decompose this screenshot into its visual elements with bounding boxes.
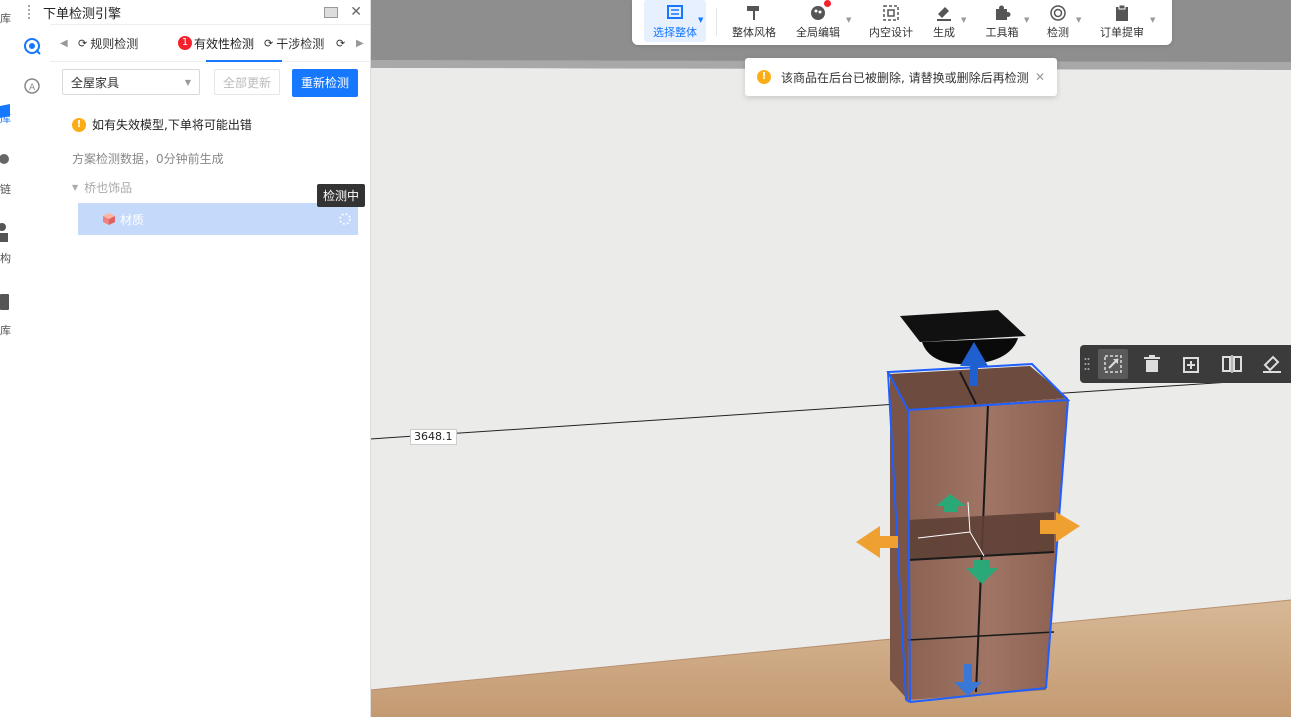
icon-rail: 库 A 库 链 构 库: [0, 0, 51, 717]
tab-label: 有效性检测: [194, 36, 255, 51]
toolbar-label: 生成: [933, 26, 955, 39]
scan-model-icon[interactable]: A: [22, 76, 42, 96]
order-review-button[interactable]: 订单提审: [1098, 0, 1146, 42]
panel-toolbar: 全屋家具 ▼ 全部更新 重新检测: [62, 69, 358, 97]
add-copy-icon[interactable]: [1180, 352, 1204, 376]
notification-dot: [824, 0, 831, 7]
tree-parent-label: 桥也饰品: [84, 181, 133, 195]
active-tab-indicator: [206, 60, 282, 62]
invalid-model-warning: ! 如有失效模型,下单将可能出错: [72, 116, 252, 133]
chevron-down-icon[interactable]: ▼: [961, 16, 966, 24]
loading-spinner-icon: [339, 213, 351, 225]
mirror-icon[interactable]: [1220, 352, 1244, 376]
toolbar-label: 订单提审: [1100, 26, 1144, 39]
minimize-icon[interactable]: [324, 6, 339, 18]
global-edit-button[interactable]: 全局编辑: [792, 0, 844, 42]
select-whole-icon: [667, 5, 683, 19]
dimension-label: 3648.1: [410, 429, 457, 445]
detect-button[interactable]: 检测: [1044, 0, 1072, 42]
close-icon[interactable]: ✕: [1035, 70, 1045, 84]
material-library-icon[interactable]: [0, 292, 10, 312]
main-toolbar: 选择整体 ▼ 整体风格 全局编辑 ▼ 内空设计 生成 ▼ 工具箱 ▼ 检测 ▼ …: [632, 0, 1172, 45]
chevron-down-icon[interactable]: ▼: [846, 16, 851, 24]
tree-parent-node[interactable]: ▼ 桥也饰品: [72, 179, 132, 196]
svg-text:A: A: [29, 83, 36, 93]
error-count-badge: 1: [178, 36, 192, 50]
generate-button[interactable]: 生成: [930, 0, 958, 42]
link-tool-icon[interactable]: [0, 152, 12, 166]
warning-text: 如有失效模型,下单将可能出错: [92, 118, 252, 132]
chevron-down-icon[interactable]: ▼: [1024, 16, 1029, 24]
inner-space-design-button[interactable]: 内空设计: [864, 0, 918, 42]
check-engine-panel: 下单检测引擎 ✕ ◀ ⟳ 规则检测 1 有效性检测 ⟳ 干涉检测 ⟳ ▶ 全屋家…: [28, 0, 371, 717]
hammer-icon: [937, 7, 951, 21]
sync-icon[interactable]: ⟳: [336, 37, 345, 50]
drag-handle[interactable]: [28, 5, 33, 19]
target-icon: [1050, 5, 1066, 21]
rail-label-fragment[interactable]: 库: [0, 322, 14, 338]
overall-style-button[interactable]: 整体风格: [728, 0, 780, 42]
engine-check-icon[interactable]: [22, 36, 42, 56]
chevron-down-icon[interactable]: ▼: [698, 16, 703, 24]
panel-header: 下单检测引擎 ✕: [28, 0, 370, 25]
sync-icon: ⟳: [78, 36, 88, 50]
panel-title: 下单检测引擎: [43, 6, 122, 22]
collapse-triangle-icon[interactable]: ▼: [72, 183, 78, 192]
tab-validity-check[interactable]: 1 有效性检测: [178, 35, 254, 52]
toolbar-label: 全局编辑: [796, 26, 840, 39]
paint-roller-icon: [747, 6, 759, 20]
rail-label-fragment[interactable]: 链: [0, 181, 14, 197]
checking-tooltip: 检测中: [317, 184, 366, 207]
tab-interference-check[interactable]: ⟳ 干涉检测: [264, 35, 324, 52]
rail-label-fragment[interactable]: 库: [0, 110, 14, 126]
warning-icon: !: [757, 70, 771, 84]
toolbar-label: 内空设计: [869, 26, 913, 39]
recheck-button[interactable]: 重新检测: [292, 69, 358, 97]
clipboard-icon: [1116, 4, 1128, 21]
palette-icon: [811, 6, 825, 20]
toolbar-label: 工具箱: [985, 26, 1019, 39]
check-meta-text: 方案检测数据，0分钟前生成: [72, 152, 224, 166]
toolbar-label: 检测: [1047, 26, 1069, 39]
chevron-down-icon[interactable]: ▼: [1150, 16, 1155, 24]
hammer-icon[interactable]: [1260, 352, 1284, 376]
close-icon[interactable]: ✕: [350, 4, 362, 20]
update-all-button[interactable]: 全部更新: [214, 69, 280, 95]
tabs-next-icon[interactable]: ▶: [356, 38, 364, 49]
toolbox-button[interactable]: 工具箱: [982, 0, 1022, 42]
rail-label-fragment[interactable]: 库: [0, 10, 14, 26]
tabs-prev-icon[interactable]: ◀: [60, 38, 68, 49]
toolbar-label: 选择整体: [653, 26, 697, 39]
tree-child-label: 材质: [120, 212, 145, 227]
notice-text: 该商品在后台已被删除, 请替换或删除后再检测: [781, 70, 1029, 85]
tab-label: 干涉检测: [276, 36, 325, 51]
scope-select[interactable]: 全屋家具 ▼: [62, 69, 200, 95]
resize-icon[interactable]: [1098, 349, 1128, 379]
toolbar-divider: [716, 8, 717, 36]
tab-label: 规则检测: [90, 36, 139, 51]
object-toolbar: [1080, 345, 1291, 383]
delete-icon[interactable]: [1140, 352, 1164, 376]
warning-icon: !: [72, 117, 86, 132]
material-cube-icon: [103, 213, 115, 225]
tree-child-node[interactable]: 材质: [78, 203, 358, 235]
scope-select-value: 全屋家具: [71, 76, 120, 90]
chevron-down-icon: ▼: [184, 78, 191, 87]
check-tabs: ◀ ⟳ 规则检测 1 有效性检测 ⟳ 干涉检测 ⟳ ▶: [50, 25, 370, 62]
structure-icon[interactable]: [0, 222, 10, 244]
deleted-product-notice: ! 该商品在后台已被删除, 请替换或删除后再检测 ✕: [745, 58, 1057, 96]
chevron-down-icon[interactable]: ▼: [1076, 16, 1081, 24]
sync-icon: ⟳: [264, 36, 274, 50]
select-whole-button[interactable]: 选择整体: [644, 0, 706, 42]
toolbar-label: 整体风格: [732, 26, 776, 39]
puzzle-icon: [996, 5, 1011, 20]
drag-handle-icon[interactable]: [1084, 357, 1090, 371]
inner-space-icon: [883, 5, 899, 21]
rail-label-fragment[interactable]: 构: [0, 250, 14, 266]
tab-rule-check[interactable]: ⟳ 规则检测: [78, 35, 138, 52]
